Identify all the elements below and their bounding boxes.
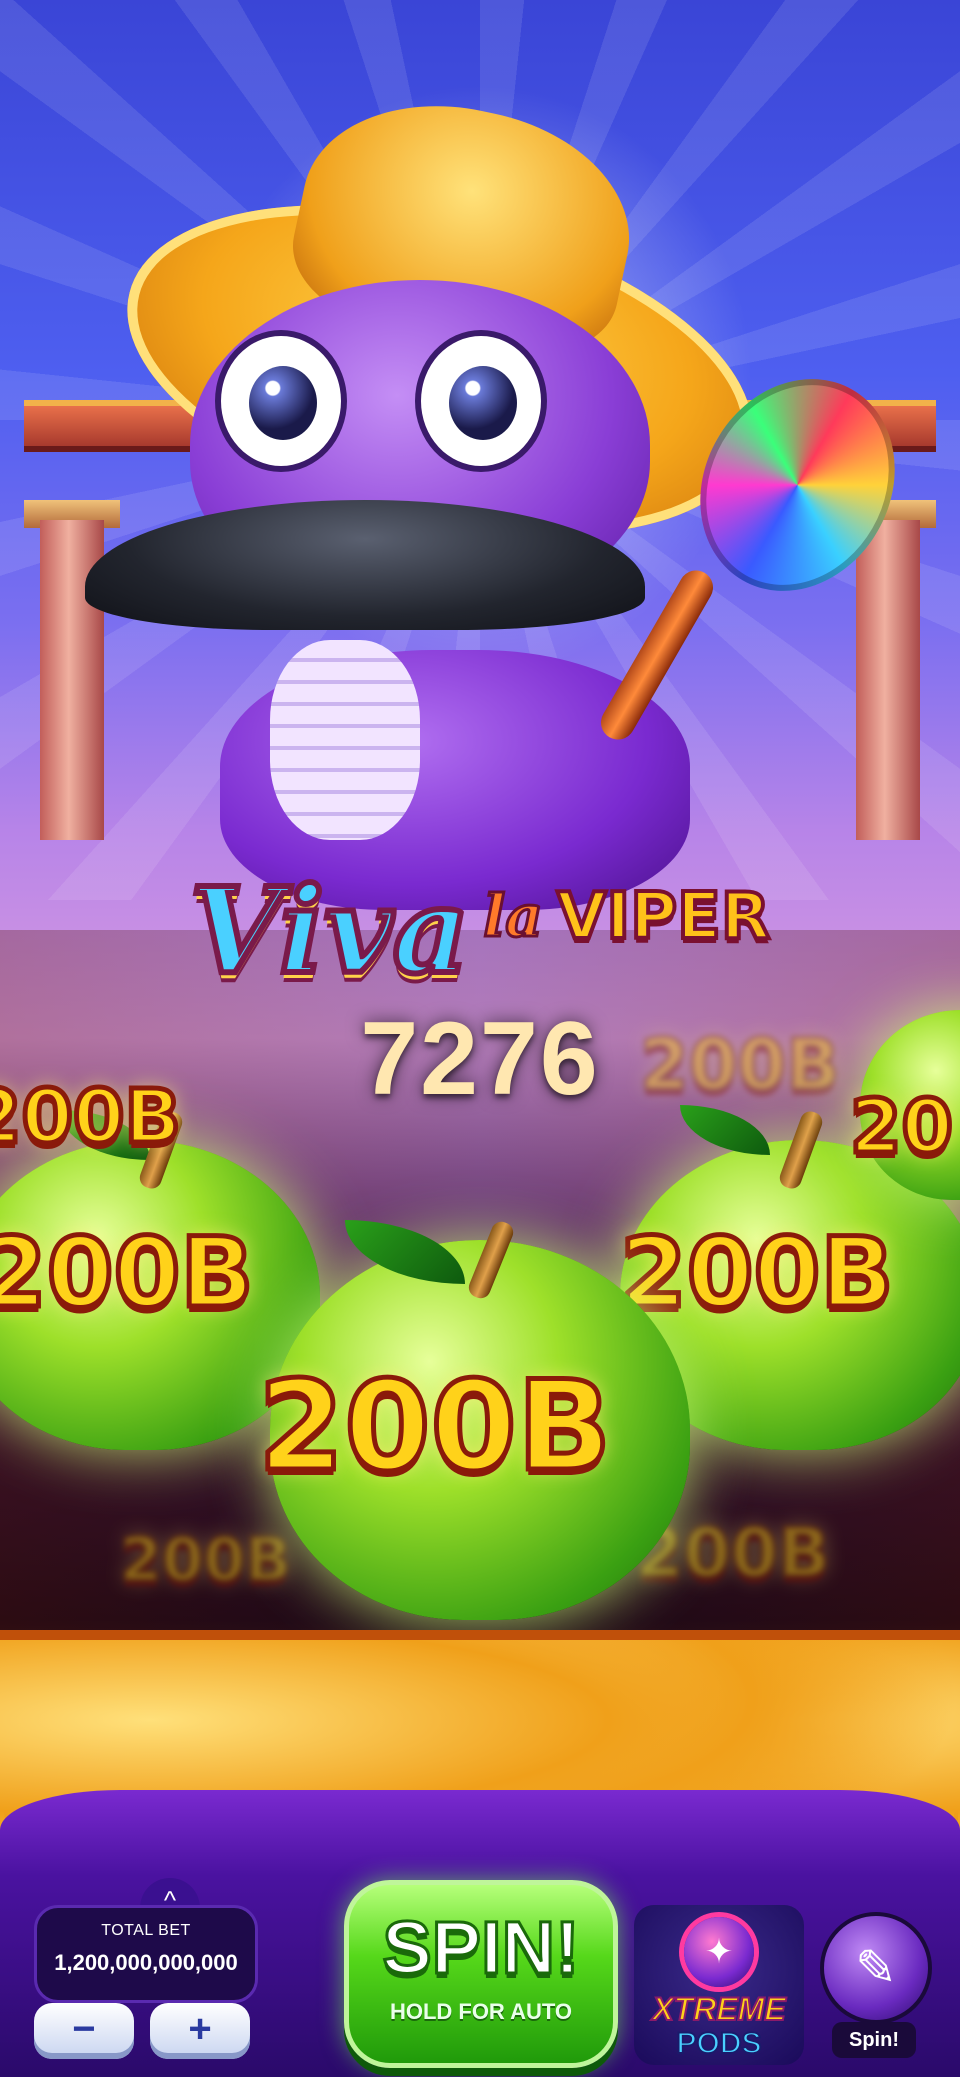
logo-viper: VIPER — [555, 878, 772, 956]
viper-eye-left — [215, 330, 347, 472]
total-bet-panel: TOTAL BET 1,200,000,000,000 — [34, 1905, 258, 2003]
spin-label: SPIN! — [381, 1906, 581, 1989]
total-bet-label: TOTAL BET — [101, 1922, 191, 1939]
daily-spin-label: Spin! — [832, 2022, 916, 2058]
pillar-right — [856, 520, 920, 840]
increase-bet-button[interactable]: + — [150, 2003, 250, 2059]
prize-label: 200B — [119, 1525, 293, 1595]
decrease-bet-button[interactable]: − — [34, 2003, 134, 2059]
game-screen: 200B 200B 200B 200B 200B 200B 20 200B Vi… — [0, 0, 960, 2077]
win-counter: 7276 — [360, 1001, 600, 1117]
pupil — [249, 366, 317, 440]
pupil — [449, 366, 517, 440]
spin-sublabel: HOLD FOR AUTO — [389, 1999, 573, 2024]
xtreme-label: XTREME — [651, 1990, 786, 2028]
prize-label: 200B — [618, 1217, 897, 1329]
logo-viva: Viva — [187, 861, 472, 1000]
prize-label-center: 200B — [255, 1355, 613, 1499]
xtreme-pods-button[interactable]: ✦ XTREME PODS — [634, 1905, 804, 2065]
prize-label: 200B — [0, 1217, 256, 1329]
logo-la: la — [482, 881, 545, 952]
spin-button[interactable]: SPIN! HOLD FOR AUTO — [344, 1880, 618, 2068]
daily-spin-button[interactable]: ✎ Spin! — [820, 1912, 932, 2062]
viper-belly — [270, 640, 420, 840]
viper-eye-right — [415, 330, 547, 472]
calendar-icon: ✎ — [820, 1912, 932, 2024]
pod-icon: ✦ — [684, 1917, 754, 1987]
total-bet-value: 1,200,000,000,000 — [54, 1950, 238, 1975]
pods-label: PODS — [675, 2026, 762, 2061]
game-logo: Viva la VIPER — [90, 840, 870, 1000]
